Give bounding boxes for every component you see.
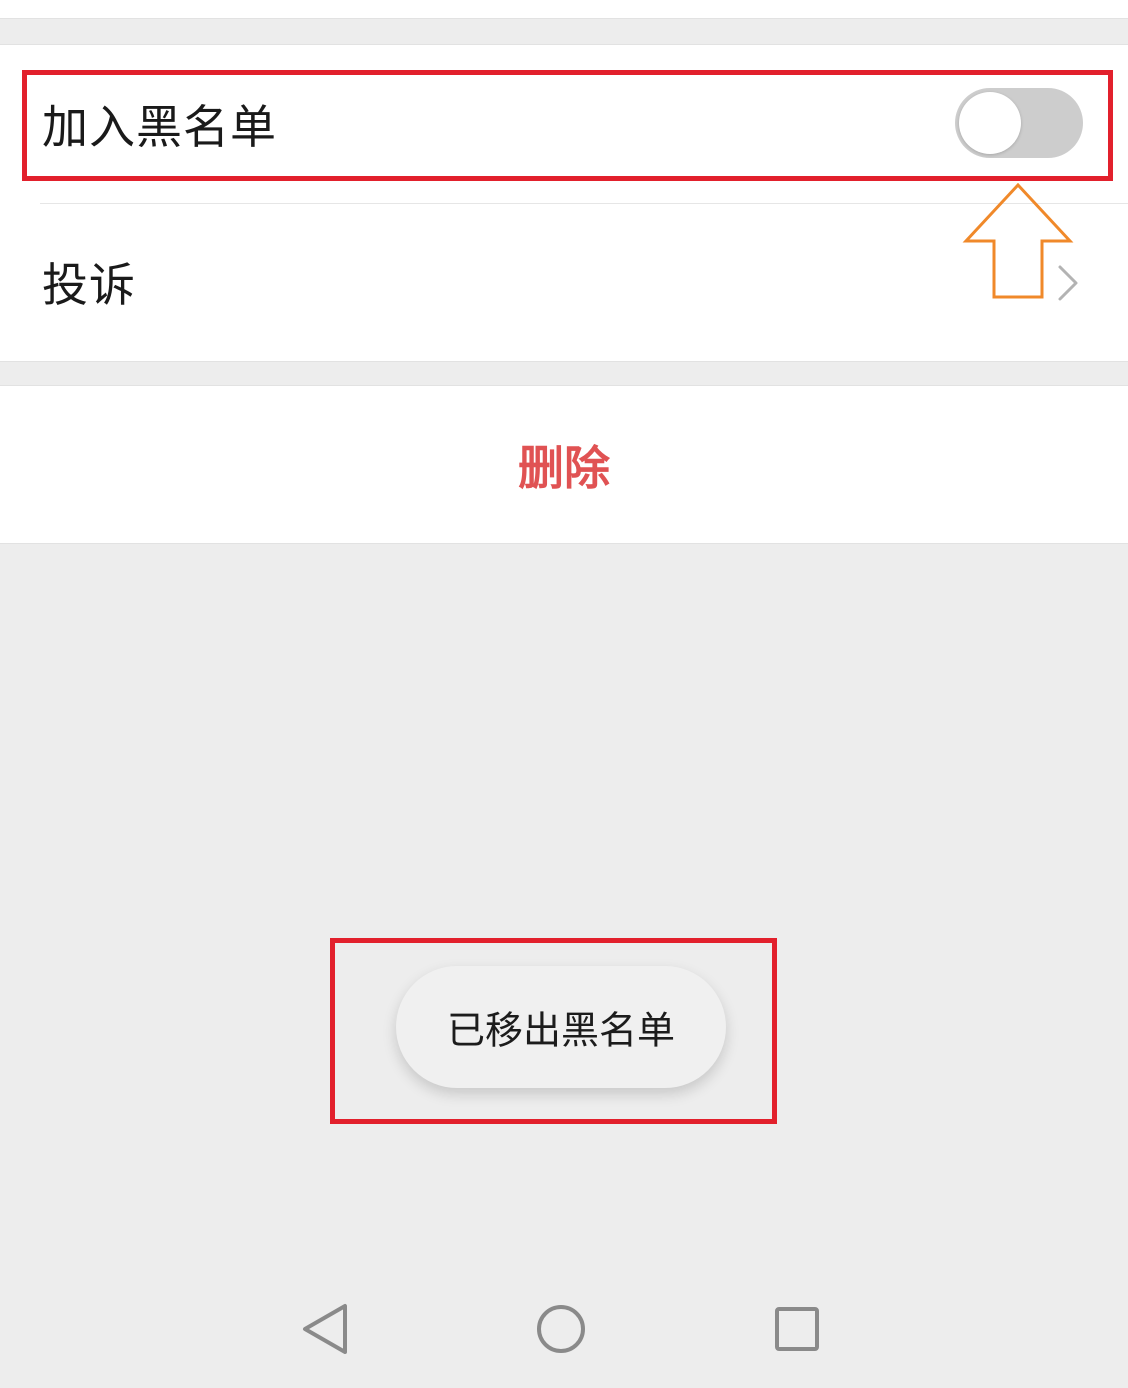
top-strip <box>0 0 1128 19</box>
delete-label: 删除 <box>518 440 610 495</box>
settings-section: 加入黑名单 投诉 <box>0 44 1128 362</box>
toast: 已移出黑名单 <box>396 966 726 1088</box>
blacklist-toggle[interactable] <box>955 88 1083 158</box>
complaint-label: 投诉 <box>42 258 136 312</box>
toast-message: 已移出黑名单 <box>446 1008 675 1053</box>
recent-square-icon <box>775 1307 819 1351</box>
delete-button[interactable]: 删除 <box>0 385 1128 544</box>
blacklist-row[interactable]: 加入黑名单 <box>0 45 1128 203</box>
blacklist-label: 加入黑名单 <box>42 100 277 154</box>
complaint-row[interactable]: 投诉 <box>0 203 1128 361</box>
nav-home-button[interactable] <box>526 1296 596 1362</box>
toggle-knob <box>959 92 1021 154</box>
back-triangle-icon <box>303 1304 347 1354</box>
nav-recent-button[interactable] <box>762 1296 832 1362</box>
chevron-right-icon <box>1058 265 1078 301</box>
nav-back-button[interactable] <box>290 1296 360 1362</box>
home-circle-icon <box>537 1305 585 1353</box>
